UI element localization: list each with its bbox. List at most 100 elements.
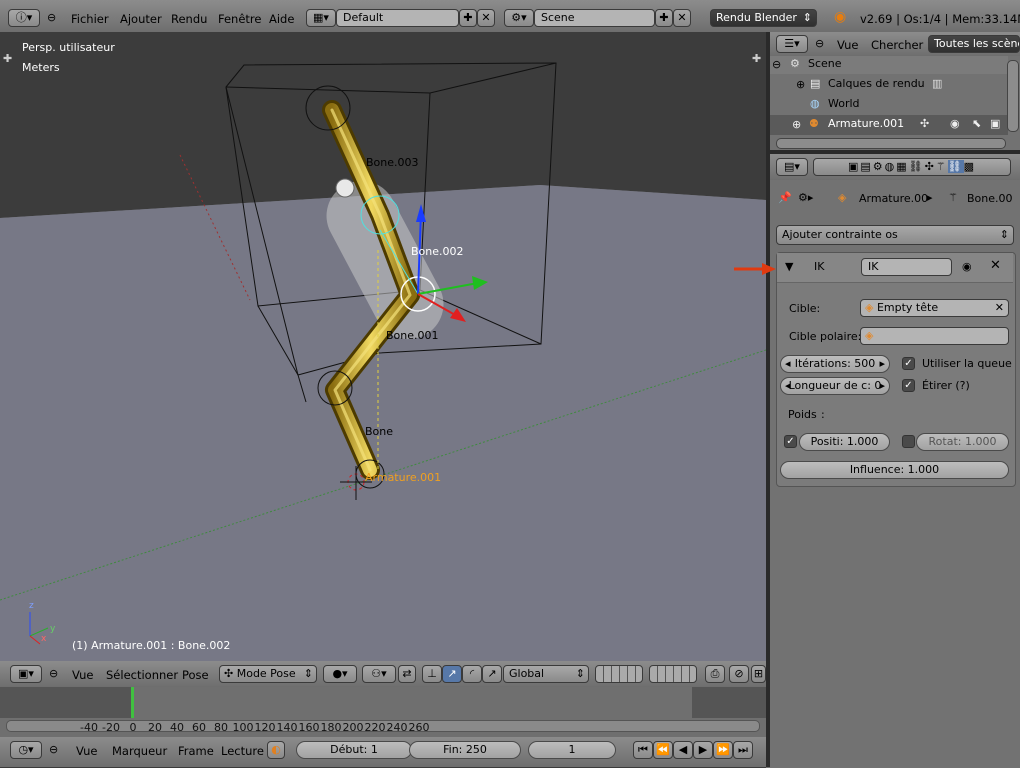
properties-expand-icon[interactable]: ✚	[752, 52, 761, 66]
position-weight-field[interactable]: Positi: 1.000	[799, 433, 890, 451]
timeline-menu-frame[interactable]: Frame	[178, 743, 214, 759]
rotation-weight-field[interactable]: Rotat: 1.000	[916, 433, 1009, 451]
screen-layout-field[interactable]: Default	[336, 9, 459, 27]
screen-layout-selector[interactable]: ▦▾	[306, 9, 336, 27]
visibility-eye-icon[interactable]: ◉	[950, 117, 960, 131]
orientation-icon[interactable]: ↗	[482, 665, 502, 683]
stats-text: v2.69 | Os:1/4 | Mem:33.14M (	[860, 12, 1020, 26]
timeline-editor-type[interactable]: ◷▾	[10, 741, 42, 759]
menu-aide[interactable]: Aide	[269, 11, 294, 27]
remove-scene-button[interactable]: ✕	[673, 9, 691, 27]
rotation-weight-checkbox[interactable]	[902, 435, 915, 448]
chain-length-field[interactable]: ◂ Longueur de c: 0 ▸	[780, 377, 890, 395]
render-layer-toggle-icon[interactable]: ▥	[932, 77, 942, 91]
iterations-field[interactable]: ◂ Itérations: 500 ▸	[780, 355, 890, 373]
outliner-display-filter[interactable]: Toutes les scènes	[928, 35, 1020, 53]
render-engine-dropdown[interactable]: Rendu Blender ⇕	[710, 9, 817, 27]
add-bone-constraint-dropdown[interactable]: Ajouter contrainte os ⇕	[776, 225, 1014, 245]
menu-fenetre[interactable]: Fenêtre	[218, 11, 261, 27]
play-reverse-button[interactable]: ◀	[673, 741, 693, 759]
editor-type-button[interactable]: ▣▾	[10, 665, 42, 683]
properties-editor-type[interactable]: ▤▾	[776, 158, 808, 176]
use-tail-checkbox[interactable]: ✓	[902, 357, 915, 370]
info-editor-button[interactable]: ⓘ▾	[8, 9, 40, 27]
armature-layers-icon[interactable]: ⎙	[705, 665, 725, 683]
stretch-label: Étirer (?)	[922, 379, 970, 392]
collapse-menu-icon[interactable]: ⊖	[815, 37, 824, 51]
layer-buttons-a[interactable]	[595, 665, 643, 683]
jump-start-button[interactable]: ⏮	[633, 741, 653, 759]
expand-toggle-icon[interactable]: ⊕	[796, 78, 805, 92]
play-button[interactable]: ▶	[693, 741, 713, 759]
outliner-menu-chercher[interactable]: Chercher	[871, 37, 923, 53]
current-frame-field[interactable]: 1	[528, 741, 616, 759]
menu-fichier[interactable]: Fichier	[71, 11, 109, 27]
toolbar-expand-icon[interactable]: ✚	[3, 52, 12, 66]
pivot-dropdown[interactable]: ⚇▾	[362, 665, 396, 683]
start-frame-field[interactable]: Début: 1	[296, 741, 412, 759]
outliner-item-world[interactable]: World	[828, 97, 860, 111]
properties-tabs[interactable]: ▣▤⚙◍▦⛓✣⚚⛓▩	[813, 158, 1011, 176]
timeline-menu-lecture[interactable]: Lecture	[221, 743, 264, 759]
manipulator-toggle[interactable]: ⇄	[398, 665, 416, 683]
menu-vue[interactable]: Vue	[72, 667, 93, 683]
timeline-tick-label: 40	[170, 721, 184, 734]
expand-toggle-icon[interactable]: ⊖	[772, 58, 781, 72]
viewport-3d[interactable]: Persp. utilisateur Meters Bone.003 Bone.…	[0, 32, 766, 661]
menu-rendu[interactable]: Rendu	[171, 11, 207, 27]
snap-icon[interactable]: ⊘	[729, 665, 749, 683]
pole-target-field[interactable]: ◈	[860, 327, 1009, 345]
outliner-row-scene[interactable]	[770, 56, 1008, 74]
menu-pose[interactable]: Pose	[182, 667, 209, 683]
pin-icon[interactable]: 📌	[778, 191, 792, 205]
renderable-camera-icon[interactable]: ▣	[990, 117, 1000, 131]
translate-manipulator[interactable]: ⊥	[422, 665, 442, 683]
clear-target-icon[interactable]: ✕	[995, 300, 1004, 316]
visibility-eye-icon[interactable]: ◉	[962, 260, 972, 274]
prev-keyframe-button[interactable]: ⏪	[653, 741, 673, 759]
stretch-checkbox[interactable]: ✓	[902, 379, 915, 392]
remove-layout-button[interactable]: ✕	[477, 9, 495, 27]
mode-dropdown[interactable]: ✣ Mode Pose ⇕	[219, 665, 317, 683]
shading-dropdown[interactable]: ●▾	[323, 665, 357, 683]
timeline-current-frame[interactable]	[131, 687, 134, 718]
delete-constraint-icon[interactable]: ✕	[990, 259, 1001, 273]
end-frame-field[interactable]: Fin: 250	[409, 741, 521, 759]
collapse-menu-icon[interactable]: ⊖	[49, 743, 58, 757]
add-layout-button[interactable]: ✚	[459, 9, 477, 27]
outliner-scrollbar[interactable]	[1007, 60, 1019, 132]
menu-selectionner[interactable]: Sélectionner	[106, 667, 178, 683]
timeline-menu-vue[interactable]: Vue	[76, 743, 97, 759]
collapse-menu-icon[interactable]: ⊖	[47, 11, 56, 25]
next-keyframe-button[interactable]: ⏩	[713, 741, 733, 759]
scene-selector[interactable]: ⚙▾	[504, 9, 534, 27]
timeline-tick-label: 220	[364, 721, 386, 734]
orientation-dropdown[interactable]: Global ⇕	[503, 665, 589, 683]
add-scene-button[interactable]: ✚	[655, 9, 673, 27]
outliner-editor-type[interactable]: ☰▾	[776, 35, 808, 53]
constraint-name-field[interactable]: IK	[861, 258, 952, 276]
target-field[interactable]: ◈ Empty tête ✕	[860, 299, 1009, 317]
rotate-manipulator[interactable]: ↗	[442, 665, 462, 683]
influence-field[interactable]: Influence: 1.000	[780, 461, 1009, 479]
outliner-hscroll[interactable]	[776, 138, 1006, 149]
timeline-menu-marqueur[interactable]: Marqueur	[112, 743, 167, 759]
selectable-cursor-icon[interactable]: ⬉	[972, 117, 981, 131]
preview-range-icon[interactable]: ◐	[267, 741, 285, 759]
menu-ajouter[interactable]: Ajouter	[120, 11, 162, 27]
outliner-item-render-layers[interactable]: Calques de rendu	[828, 77, 925, 91]
collapse-menu-icon[interactable]: ⊖	[49, 667, 58, 681]
bone-icon: ⚚	[948, 191, 958, 204]
outliner-menu-vue[interactable]: Vue	[837, 37, 858, 53]
outliner-item-armature[interactable]: Armature.001	[828, 117, 904, 131]
timeline-range-out-right	[692, 687, 766, 718]
expand-toggle-icon[interactable]: ⊕	[792, 118, 801, 132]
position-weight-checkbox[interactable]: ✓	[784, 435, 797, 448]
outliner-item-scene[interactable]: Scene	[808, 57, 842, 71]
scale-manipulator[interactable]: ◜	[462, 665, 482, 683]
scene-field[interactable]: Scene	[534, 9, 655, 27]
layer-buttons-b[interactable]	[649, 665, 697, 683]
snap-target-icon[interactable]: ⊞	[751, 665, 766, 683]
collapse-triangle-icon[interactable]: ▼	[785, 260, 793, 274]
jump-end-button[interactable]: ⏭	[733, 741, 753, 759]
